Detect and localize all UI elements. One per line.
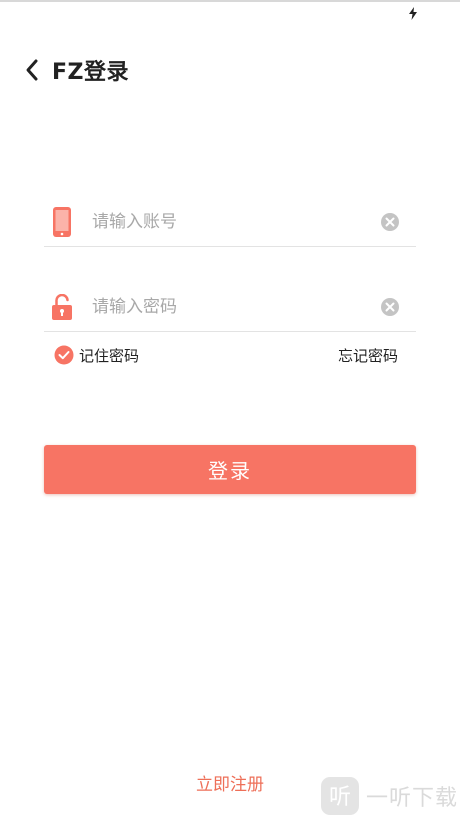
chevron-left-icon[interactable] (24, 58, 44, 82)
bolt-icon (409, 7, 417, 20)
password-input[interactable] (92, 297, 380, 317)
check-circle-icon[interactable] (54, 345, 74, 365)
phone-icon (50, 206, 74, 238)
watermark-logo-text: 听 (329, 785, 351, 810)
watermark: 听 一听下载 (320, 775, 458, 817)
page-title: FZ登录 (52, 60, 129, 85)
remember-password-checkbox[interactable]: 记住密码 (54, 345, 139, 366)
account-field (44, 198, 416, 247)
account-input[interactable] (92, 212, 380, 232)
watermark-text: 一听下载 (365, 786, 458, 811)
login-button[interactable]: 登录 (44, 445, 416, 494)
unlock-icon (50, 291, 74, 323)
clear-icon[interactable] (380, 297, 400, 317)
status-bar (0, 0, 460, 22)
header: FZ登录 (24, 52, 129, 88)
forgot-password-link[interactable]: 忘记密码 (338, 345, 398, 366)
login-screen: FZ登录 请输入账号 记住密码 忘记密码 登录 立即注册 听 一听下载 (0, 0, 460, 819)
remember-password-label[interactable]: 记住密码 (79, 345, 139, 366)
login-options-row: 记住密码 忘记密码 (54, 342, 398, 368)
password-field (44, 283, 416, 332)
clear-icon[interactable] (380, 212, 400, 232)
watermark-logo-icon: 听 (320, 777, 359, 815)
